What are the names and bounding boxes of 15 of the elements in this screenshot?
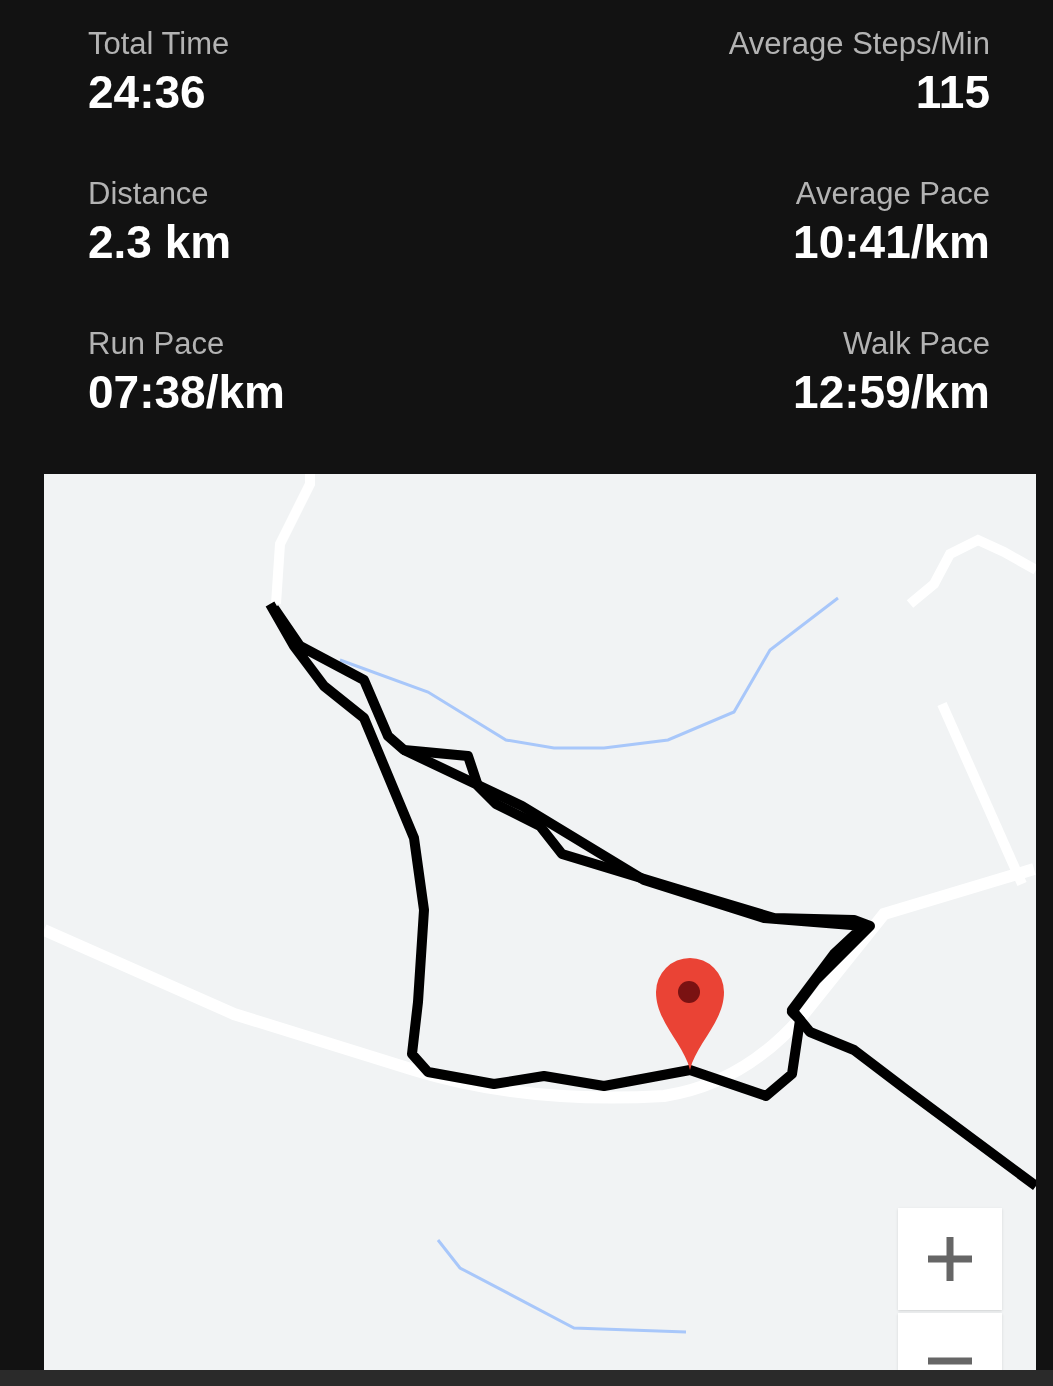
stat-label: Run Pace xyxy=(88,325,225,363)
stat-label: Walk Pace xyxy=(843,325,990,363)
stat-label: Average Steps/Min xyxy=(728,25,990,63)
stat-label: Total Time xyxy=(88,25,230,63)
zoom-in-button[interactable] xyxy=(898,1208,1002,1310)
stat-value: 10:41/km xyxy=(793,215,990,270)
plus-icon xyxy=(926,1235,974,1283)
stat-value: 2.3 km xyxy=(88,215,232,270)
stat-value: 07:38/km xyxy=(88,365,285,420)
stat-value: 12:59/km xyxy=(793,365,990,420)
minus-icon xyxy=(926,1357,974,1365)
stat-label: Distance xyxy=(88,175,209,213)
stat-value: 115 xyxy=(915,65,990,120)
stat-value: 24:36 xyxy=(88,65,206,120)
stat-label: Average Pace xyxy=(795,175,990,213)
